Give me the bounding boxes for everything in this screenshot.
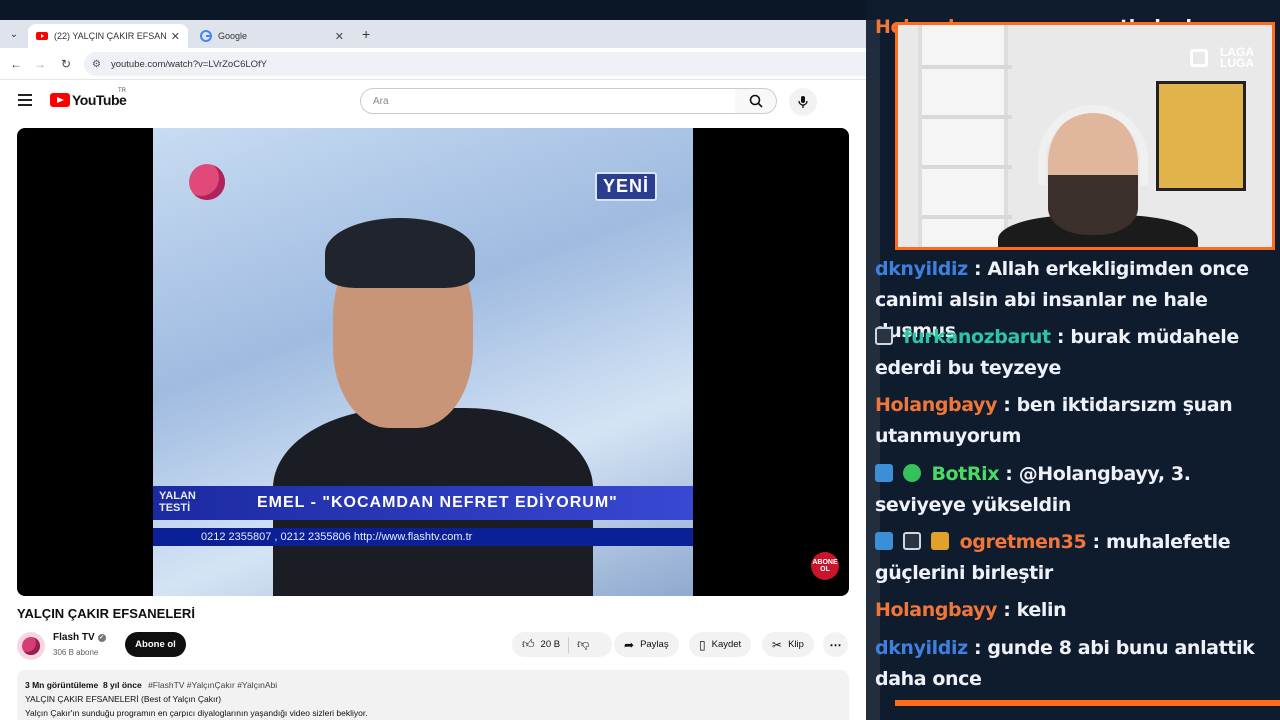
banner-text: EMEL - "KOCAMDAN NEFRET EDİYORUM" xyxy=(257,494,618,511)
like-icon[interactable]: 👍︎ xyxy=(522,637,535,652)
clip-label: Klip xyxy=(788,639,804,650)
save-label: Kaydet xyxy=(711,639,742,650)
divider xyxy=(568,636,570,653)
crown-icon xyxy=(931,532,950,550)
url-field[interactable]: ⚙ youtube.com/watch?v=LVrZoC6LOfY xyxy=(84,52,880,76)
chat-username: ogretmen35 xyxy=(959,531,1087,553)
banner-tag: YALAN TESTİ xyxy=(159,490,196,514)
voice-search-button[interactable] xyxy=(789,88,817,116)
clip-button[interactable]: ✂ Klip xyxy=(762,632,814,657)
tab-search-button[interactable]: ⌄ xyxy=(6,26,22,42)
hashtags[interactable]: #FlashTV #YalçınÇakır #YalçınAbi xyxy=(148,680,277,690)
share-label: Paylaş xyxy=(640,639,669,650)
view-count: 3 Mn görüntüleme xyxy=(25,680,99,690)
overlay-accent-bar xyxy=(895,700,1280,706)
subscribe-watermark[interactable]: ABONE OL xyxy=(811,552,839,580)
forward-icon[interactable]: → xyxy=(32,56,48,72)
browser-window: ⌄ (22) YALÇIN ÇAKIR EFSANELERİ ✕ Google … xyxy=(0,0,880,720)
chat-message: dknyildiz : gunde 8 abi bunu anlattik da… xyxy=(875,633,1280,695)
like-count[interactable]: 20 B xyxy=(541,639,561,650)
youtube-favicon-icon xyxy=(36,30,48,42)
lower-third-banner: YALAN TESTİ EMEL - "KOCAMDAN NEFRET EDİY… xyxy=(153,486,693,520)
close-tab-icon[interactable]: ✕ xyxy=(335,30,344,43)
tab-youtube[interactable]: (22) YALÇIN ÇAKIR EFSANELERİ ✕ xyxy=(28,24,188,48)
verified-bot-icon xyxy=(903,464,922,482)
chat-username: BotRix xyxy=(931,463,1000,485)
dislike-icon[interactable]: 👎︎ xyxy=(577,637,589,652)
tab-title: Google xyxy=(218,31,248,41)
description-meta: 3 Mn görüntüleme 8 yıl önce #FlashTV #Ya… xyxy=(25,678,841,692)
chat-username: dknyildiz xyxy=(875,258,968,280)
chat-message: furkanozbarut : burak müdahele ederdi bu… xyxy=(875,322,1280,384)
subscriber-count: 306 B abone xyxy=(53,648,99,657)
share-button[interactable]: ➦ Paylaş xyxy=(614,632,679,657)
description-line: YALÇIN ÇAKIR EFSANELERİ (Best of Yalçın … xyxy=(25,694,222,704)
subscribe-button[interactable]: Abone ol xyxy=(125,632,186,657)
more-actions-icon[interactable]: ⋯ xyxy=(823,632,848,657)
chat-message: ogretmen35 : muhalefetle güçlerini birle… xyxy=(875,527,1280,589)
chat-username: dknyildiz xyxy=(875,637,968,659)
chat-message: Holangbayy : kelin xyxy=(875,595,1280,626)
bookmark-icon: ▯ xyxy=(699,637,706,652)
chat-username: Holangbayy xyxy=(875,599,998,621)
headphones-icon xyxy=(1038,105,1148,185)
tab-strip: ⌄ (22) YALÇIN ÇAKIR EFSANELERİ ✕ Google … xyxy=(0,0,880,48)
channel-avatar[interactable] xyxy=(17,632,45,660)
webcam-brand: LAGA LUGA xyxy=(1220,45,1254,70)
streamer-webcam: LAGA LUGA xyxy=(895,22,1275,250)
channel-name[interactable]: Flash TV ✓ xyxy=(53,632,106,643)
chat-username: Holangbayy xyxy=(875,394,998,416)
url-text: youtube.com/watch?v=LVrZoC6LOfY xyxy=(110,58,268,70)
close-tab-icon[interactable]: ✕ xyxy=(171,30,180,43)
screen: ⌄ (22) YALÇIN ÇAKIR EFSANELERİ ✕ Google … xyxy=(0,0,1280,720)
video-frame: YENİ YALAN TESTİ EMEL - "KOCAMDAN NEFRET… xyxy=(153,128,693,596)
youtube-play-icon xyxy=(50,93,70,107)
address-bar: ← → ↻ ⚙ youtube.com/watch?v=LVrZoC6LOfY xyxy=(0,48,880,80)
laga-luga-badge-icon xyxy=(903,532,922,550)
youtube-logo[interactable]: YouTube TR xyxy=(50,88,127,108)
video-player[interactable]: YENİ YALAN TESTİ EMEL - "KOCAMDAN NEFRET… xyxy=(17,128,849,596)
save-button[interactable]: ▯ Kaydet xyxy=(689,632,752,657)
back-icon[interactable]: ← xyxy=(8,56,24,72)
logo-text: YouTube xyxy=(72,92,127,108)
upload-age: 8 yıl önce xyxy=(102,680,142,690)
video-title: YALÇIN ÇAKIR EFSANELERİ xyxy=(17,606,195,621)
country-code: TR xyxy=(118,88,126,94)
search-button[interactable] xyxy=(735,88,777,114)
verified-icon: ✓ xyxy=(97,634,106,642)
laga-luga-logo-icon xyxy=(1190,49,1208,67)
chat-message: Holangbayy : ben iktidarsızm şuan utanmu… xyxy=(875,390,1280,452)
description-box[interactable]: 3 Mn görüntüleme 8 yıl önce #FlashTV #Ya… xyxy=(17,670,849,720)
scissors-icon: ✂ xyxy=(772,637,783,652)
chat-username: furkanozbarut xyxy=(903,326,1051,348)
youtube-header: YouTube TR Ara xyxy=(0,80,880,120)
moderator-badge-icon xyxy=(875,532,893,550)
tab-google[interactable]: Google ✕ xyxy=(192,24,352,48)
google-favicon-icon xyxy=(200,30,212,42)
moderator-badge-icon xyxy=(875,464,893,482)
chat-text: : @Holangbayy, 3. seviyeye yükseldin xyxy=(875,463,1191,516)
share-icon: ➦ xyxy=(624,637,635,652)
chat-text: : kelin xyxy=(1003,599,1067,621)
chat-message: BotRix : @Holangbayy, 3. seviyeye yüksel… xyxy=(875,459,1280,521)
channel-name-text: Flash TV xyxy=(53,632,95,643)
search-input[interactable]: Ara xyxy=(360,88,736,114)
laga-luga-badge-icon xyxy=(875,327,893,345)
description-line: Yalçın Çakır'ın sunduğu programın en çar… xyxy=(25,708,368,718)
tab-title: (22) YALÇIN ÇAKIR EFSANELERİ xyxy=(54,31,167,41)
site-info-icon[interactable]: ⚙ xyxy=(92,59,101,70)
menu-icon[interactable] xyxy=(18,94,32,106)
bookshelf xyxy=(918,25,1012,247)
yeni-label: YENİ xyxy=(595,172,658,201)
wall-poster xyxy=(1156,81,1246,191)
new-tab-button[interactable]: + xyxy=(362,26,370,42)
search-icon xyxy=(749,94,763,108)
contact-strip: 0212 2355807 , 0212 2355806 http://www.f… xyxy=(153,528,693,546)
microphone-icon xyxy=(798,96,808,108)
reload-icon[interactable]: ↻ xyxy=(58,56,74,72)
flash-tv-logo xyxy=(189,164,225,200)
like-dislike-group: 👍︎ 20 B 👎︎ xyxy=(512,632,612,657)
